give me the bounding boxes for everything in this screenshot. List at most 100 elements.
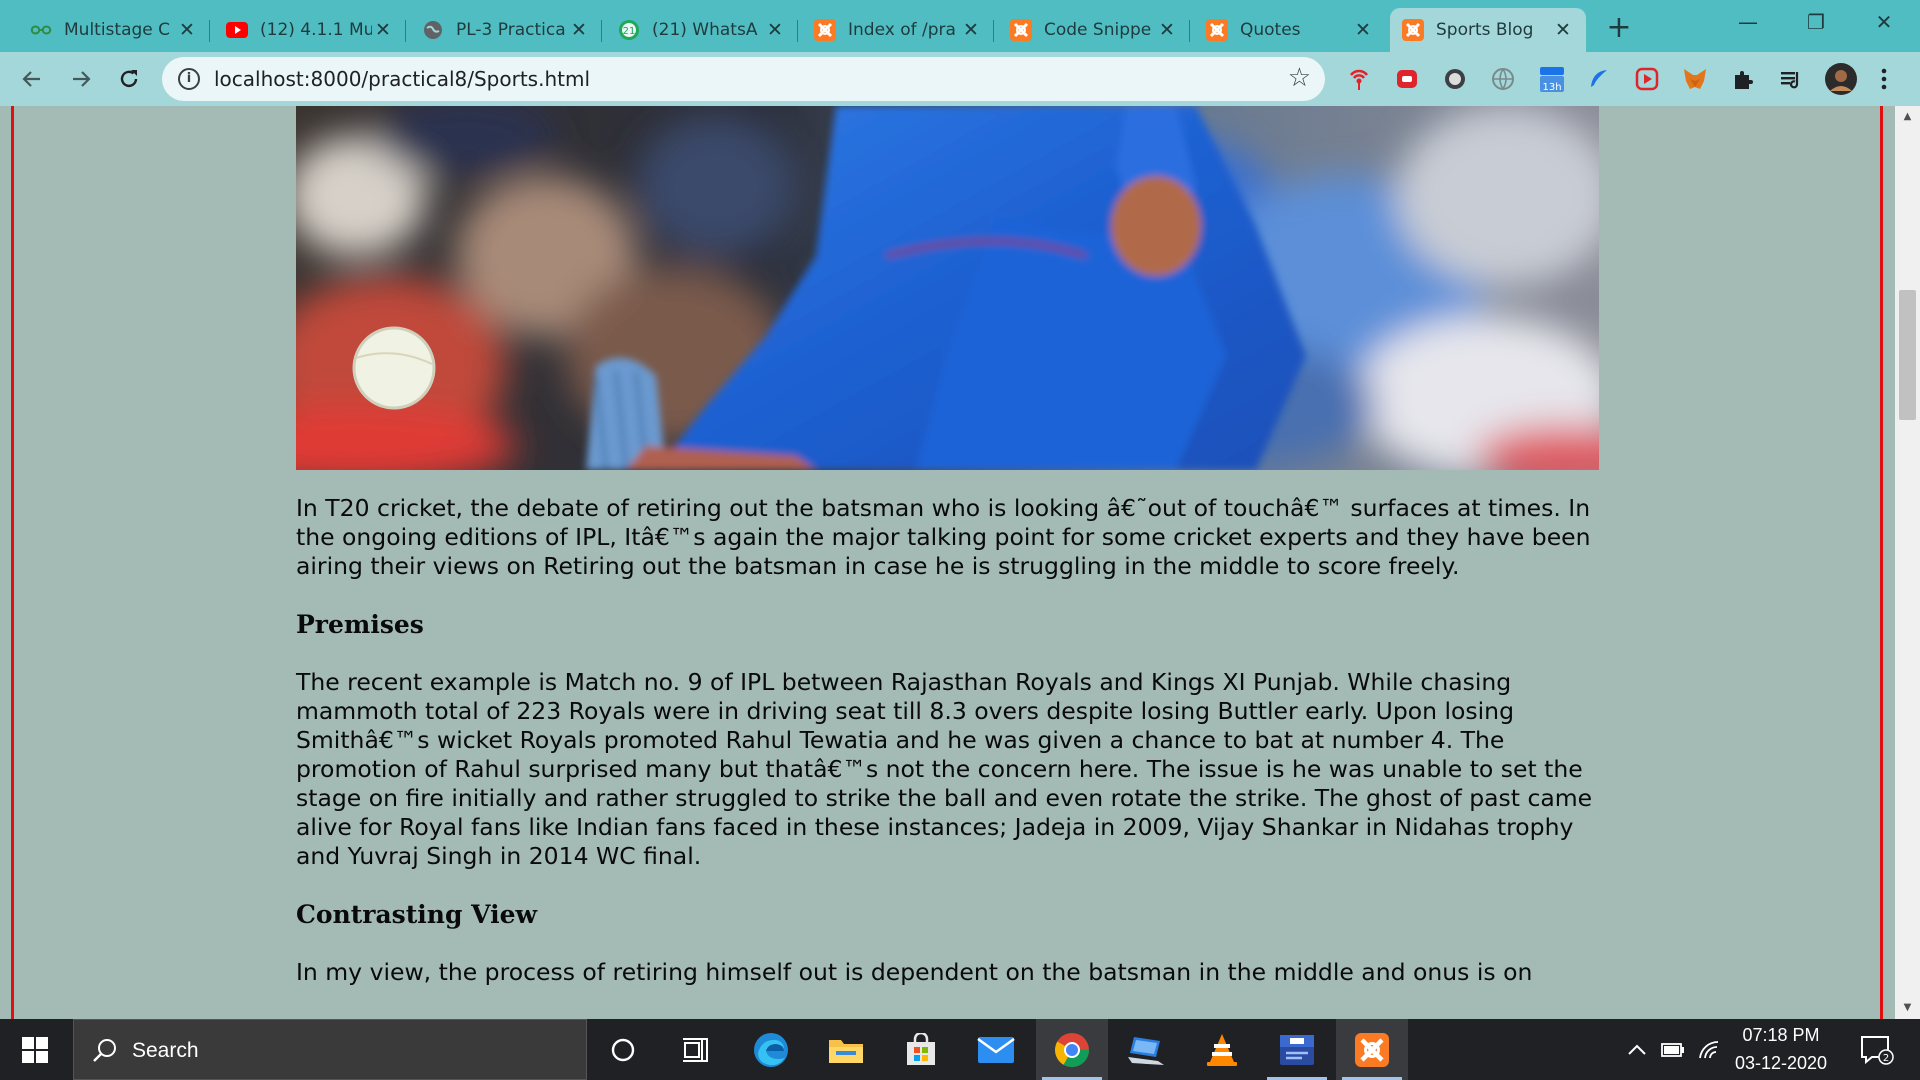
tab-youtube[interactable]: (12) 4.1.1 Mu ✕ [214,8,406,52]
feather-extension-icon[interactable] [1585,65,1613,93]
antenna-extension-icon[interactable] [1345,65,1373,93]
globe-icon [422,19,444,41]
tab-index[interactable]: Index of /pra ✕ [802,8,994,52]
tab-title: PL-3 Practica [456,20,566,40]
folder-icon [829,1039,863,1063]
arrow-right-icon [73,71,91,87]
chrome-taskbar-button[interactable] [1036,1019,1108,1080]
notification-count: 2 [1883,1053,1889,1064]
tab-code-snippets[interactable]: Code Snippe ✕ [998,8,1190,52]
vlc-cone-icon [1207,1033,1237,1066]
xampp-icon [1355,1032,1389,1067]
premises-heading: Premises [296,610,424,639]
restore-button[interactable]: ❐ [1783,0,1849,44]
metamask-fox-icon[interactable] [1681,65,1709,93]
reload-button[interactable] [112,62,146,96]
mail-taskbar-button[interactable] [960,1019,1032,1080]
gfg-icon [30,19,52,41]
file-explorer-taskbar-button[interactable] [810,1019,882,1080]
tab-title: Quotes [1240,20,1301,40]
media-queue-icon[interactable] [1777,65,1805,93]
puzzle-extensions-icon[interactable] [1729,65,1757,93]
timer-extension-icon[interactable]: 13h [1537,65,1567,93]
edge-icon [754,1032,788,1067]
tab-title: (21) WhatsA [652,20,758,40]
record-extension-icon[interactable] [1393,65,1421,93]
tab-sports-blog[interactable]: Sports Blog ✕ [1390,8,1586,52]
play-extension-icon[interactable] [1633,65,1661,93]
forward-button[interactable] [64,62,98,96]
store-taskbar-button[interactable] [885,1019,957,1080]
info-icon[interactable]: i [178,68,200,90]
new-tab-button[interactable]: + [1602,12,1636,46]
whatsapp-icon: 21 [618,19,640,41]
close-icon[interactable]: ✕ [372,19,394,41]
notification-icon: 2 [1861,1035,1894,1065]
task-view-button[interactable] [660,1019,732,1080]
tab-quotes[interactable]: Quotes ✕ [1194,8,1386,52]
arrow-left-icon [22,71,40,87]
vlc-taskbar-button[interactable] [1186,1019,1258,1080]
vertical-scrollbar[interactable]: ▲ ▼ [1895,106,1920,1019]
xampp-icon [1010,19,1032,41]
close-icon[interactable]: ✕ [568,19,590,41]
article-body: In T20 cricket, the debate of retiring o… [296,494,1599,1016]
close-icon[interactable]: ✕ [960,19,982,41]
edge-taskbar-button[interactable] [735,1019,807,1080]
tab-whatsapp[interactable]: 21 (21) WhatsA ✕ [606,8,798,52]
page-border-right [1880,106,1883,1019]
battery-icon[interactable] [1656,1019,1690,1080]
cortana-icon [611,1038,635,1061]
search-icon [93,1039,116,1062]
store-bag-icon [907,1032,935,1065]
scroll-up-arrow-icon[interactable]: ▲ [1901,110,1914,123]
cortana-button[interactable] [587,1019,659,1080]
scrollbar-thumb[interactable] [1899,290,1916,420]
close-window-button[interactable]: ✕ [1851,0,1917,44]
profile-avatar[interactable] [1824,62,1858,96]
windows-taskbar: Search 07:18 PM 03-12-2020 2 [0,1019,1920,1080]
globe-extension-icon[interactable] [1489,65,1517,93]
close-icon[interactable]: ✕ [1156,19,1178,41]
tab-title: (12) 4.1.1 Mu [260,20,372,40]
remote-desktop-taskbar-button[interactable] [1110,1019,1182,1080]
intro-paragraph: In T20 cricket, the debate of retiring o… [296,494,1591,580]
svg-text:21: 21 [623,26,636,37]
close-icon[interactable]: ✕ [176,19,198,41]
address-bar[interactable]: i localhost:8000/practical8/Sports.html … [162,57,1325,101]
contrasting-view-paragraph: In my view, the process of retiring hims… [296,958,1533,986]
taskbar-clock[interactable]: 07:18 PM 03-12-2020 [1716,1019,1846,1080]
bookmark-star-icon[interactable]: ☆ [1288,63,1311,93]
tab-title: Multistage C [64,20,171,40]
tab-title: Sports Blog [1436,20,1534,40]
mail-envelope-icon [977,1036,1015,1063]
clock-time: 07:18 PM [1742,1025,1820,1045]
page-viewport: In T20 cricket, the debate of retiring o… [0,106,1920,1019]
scroll-down-arrow-icon[interactable]: ▼ [1901,1001,1914,1014]
reload-icon [120,70,138,88]
chrome-icon [1055,1032,1089,1067]
tab-pl3[interactable]: PL-3 Practica ✕ [410,8,602,52]
minimize-button[interactable]: — [1715,0,1781,44]
back-button[interactable] [15,62,49,96]
close-icon[interactable]: ✕ [1352,19,1374,41]
xampp-icon [1402,19,1424,41]
xampp-taskbar-button[interactable] [1336,1019,1408,1080]
tab-title: Code Snippe [1044,20,1152,40]
youtube-icon [226,19,248,41]
windows-logo-icon [22,1036,48,1063]
notification-center-button[interactable]: 2 [1852,1019,1902,1080]
tray-overflow-chevron-icon[interactable] [1620,1019,1654,1080]
kebab-menu-icon[interactable] [1874,65,1894,93]
url-text[interactable]: localhost:8000/practical8/Sports.html [214,57,590,101]
contrasting-view-heading: Contrasting View [296,900,538,929]
start-button[interactable] [0,1019,70,1080]
tab-multistage[interactable]: Multistage C ✕ [18,8,210,52]
devcpp-taskbar-button[interactable] [1261,1019,1333,1080]
tab-title: Index of /pra [848,20,956,40]
search-label: Search [132,1039,199,1062]
taskbar-search-box[interactable]: Search [73,1019,587,1080]
close-icon[interactable]: ✕ [764,19,786,41]
circle-extension-icon[interactable] [1441,65,1469,93]
close-icon[interactable]: ✕ [1552,19,1574,41]
